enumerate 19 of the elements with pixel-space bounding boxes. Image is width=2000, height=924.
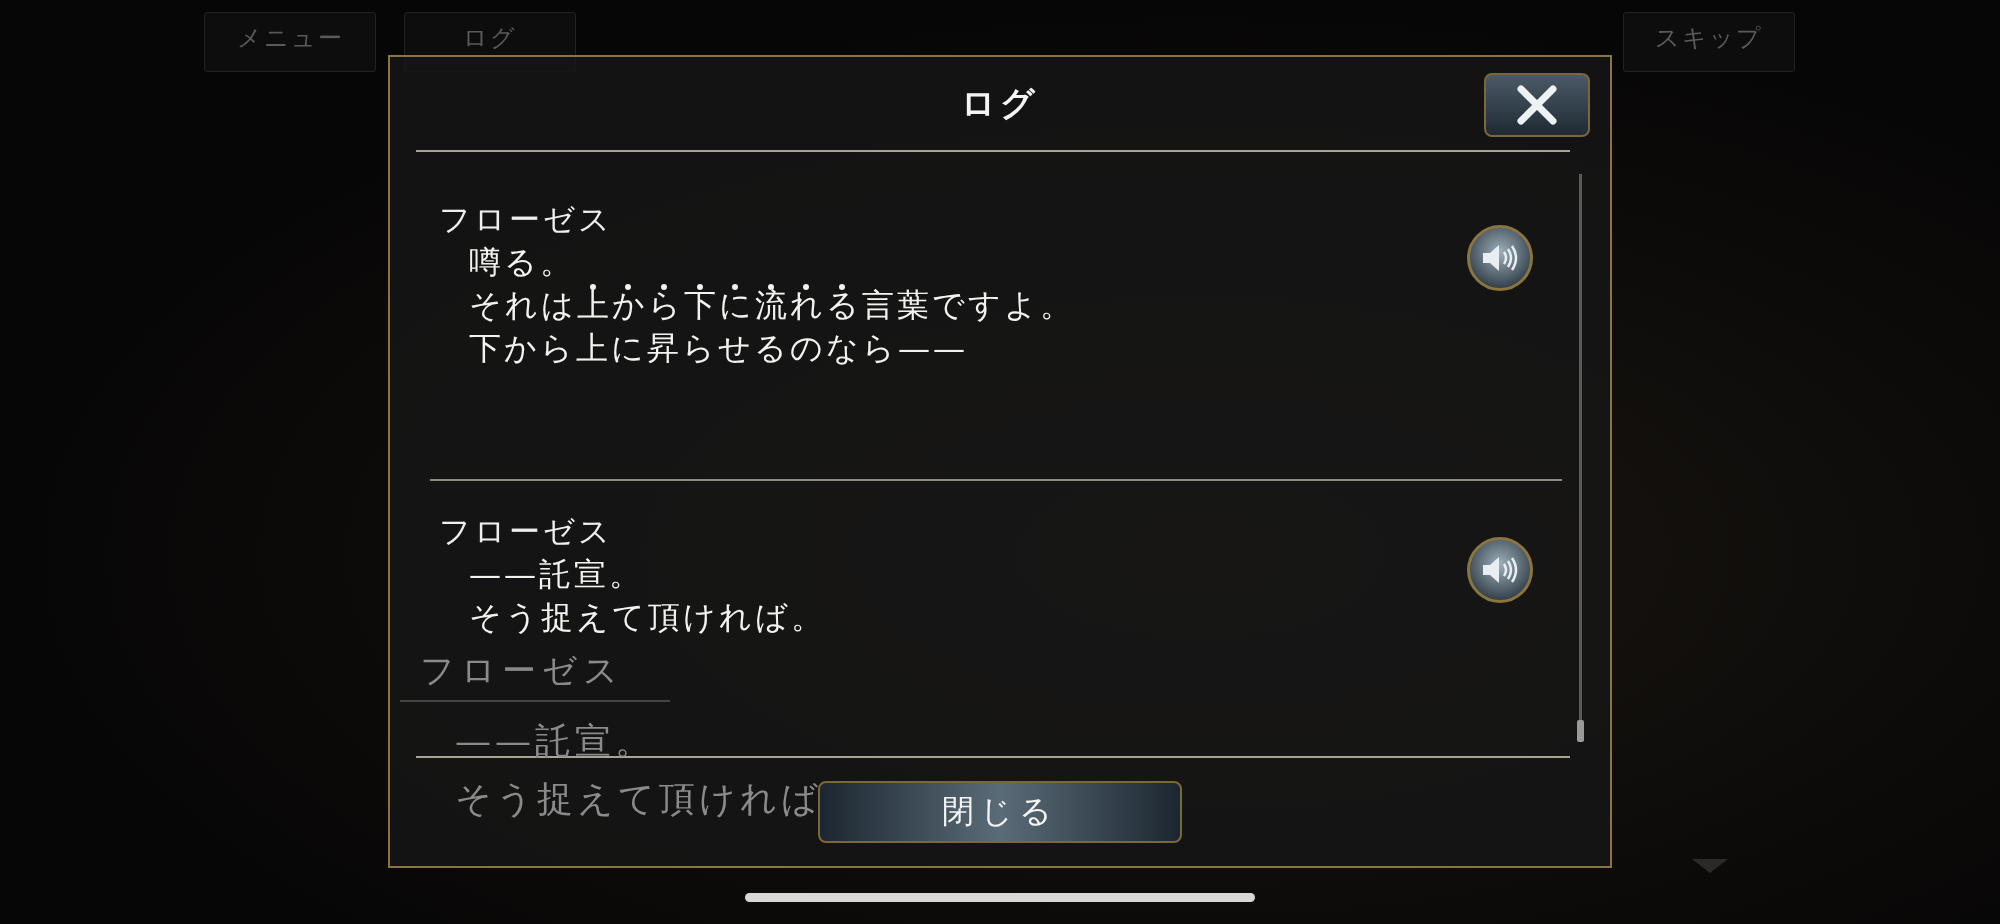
dialogue-line: それは上から下に流れる 言葉ですよ。 [468, 284, 1075, 326]
dialogue-line: ——託宣。 [468, 554, 645, 595]
speaker-name: フローゼス [439, 512, 614, 551]
scrollbar[interactable] [1579, 174, 1582, 742]
top-menu-button[interactable]: メニュー [204, 12, 376, 72]
speaker-icon [1481, 555, 1519, 585]
close-icon [1515, 83, 1559, 127]
top-menu-button[interactable]: スキップ [1623, 12, 1795, 72]
down-arrow-icon [1692, 859, 1728, 873]
dialogue-line: ——託宣。 [454, 719, 656, 763]
dialogue-line: 噂る。 [468, 242, 576, 283]
speaker-name: フローゼス [400, 648, 670, 702]
close-button[interactable]: 閉じる [818, 781, 1182, 843]
dialog-title: ログ [961, 81, 1039, 125]
speaker-name: フローゼス [439, 200, 614, 239]
dialogue-line: 下から上に昇らせるのなら—— [468, 328, 969, 369]
speaker-icon [1481, 243, 1519, 273]
dialogue-line: そう捉えて頂ければ。 [468, 597, 826, 638]
close-button[interactable] [1484, 73, 1590, 137]
